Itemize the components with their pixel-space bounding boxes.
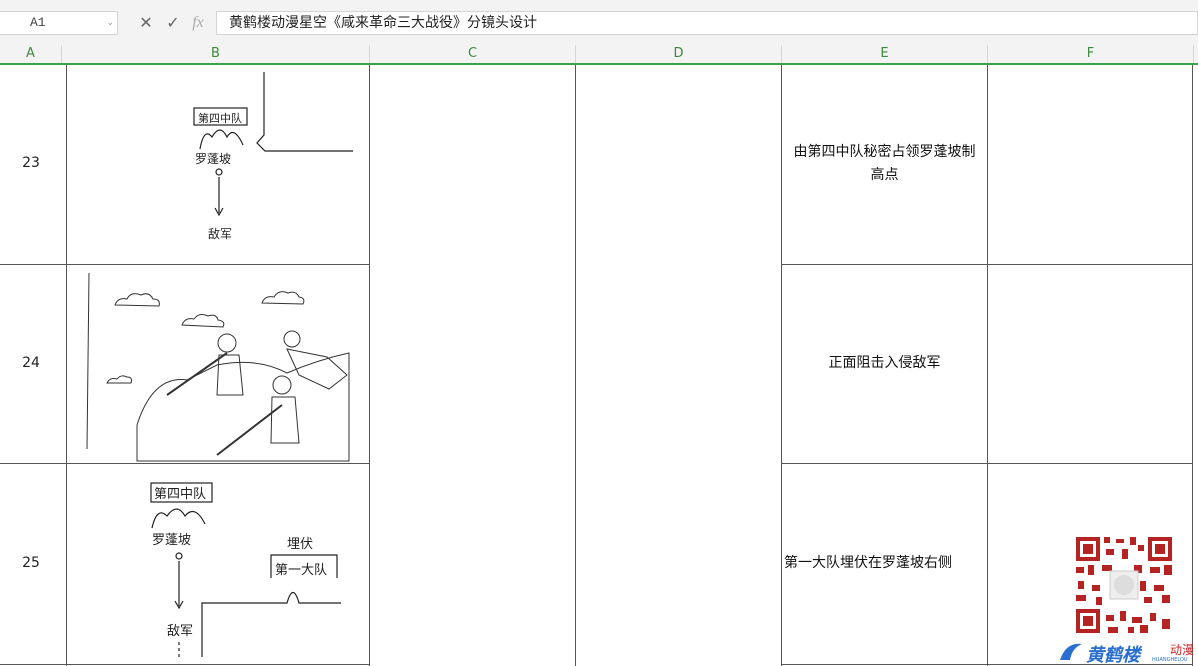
hill (136, 352, 350, 462)
soldier-body (216, 354, 244, 396)
hill-arcs (199, 129, 244, 150)
cloud (106, 375, 132, 384)
name-box[interactable]: A1 ⌄ (0, 11, 118, 35)
storyboard-sketch-23: 第四中队 罗蓬坡 敌军 (193, 72, 353, 241)
soldier-body (286, 348, 348, 390)
storyboard-sketch-24 (86, 272, 350, 462)
hill-arcs (151, 508, 206, 529)
formula-bar: A1 ⌄ ✕ ✓ fx 黄鹤楼动漫星空《咸来革命三大战役》分镜头设计 (0, 0, 1198, 46)
formula-content: 黄鹤楼动漫星空《咸来革命三大战役》分镜头设计 (229, 15, 537, 31)
formula-input[interactable]: 黄鹤楼动漫星空《咸来革命三大战役》分镜头设计 (216, 11, 1198, 35)
terrain-line (256, 72, 353, 152)
shot-description-23: 由第四中队秘密占领罗蓬坡制 高点 (782, 141, 987, 187)
sketch-hill-label: 罗蓬坡 (152, 533, 191, 548)
cloud (261, 291, 305, 305)
sketch-squad-label: 第四中队 (198, 111, 242, 125)
name-box-value: A1 (30, 15, 46, 30)
sketch-hill-label: 罗蓬坡 (195, 152, 231, 166)
cloud (114, 293, 160, 307)
description-line: 由第四中队秘密占领罗蓬坡制 (793, 144, 976, 160)
confirm-icon[interactable]: ✓ (163, 12, 183, 34)
sketch-enemy-label: 敌军 (208, 226, 232, 241)
brand-text: 动漫 (1170, 643, 1195, 657)
sketch-enemy-label: 敌军 (167, 624, 193, 639)
grid-line (575, 65, 576, 666)
soldier-body (270, 396, 300, 444)
row-number-24: 24 (22, 355, 40, 371)
column-header: A B C D E F (0, 45, 1198, 65)
brand-subtext: HUANGHELOU (1152, 657, 1188, 663)
row-number-23: 23 (22, 155, 40, 171)
soldier-head (272, 375, 292, 395)
grid-line (781, 463, 1193, 464)
grid-line (781, 264, 1193, 265)
rifle (216, 404, 283, 456)
soldier-head (283, 330, 301, 348)
spreadsheet-grid: 23 第四中队 罗蓬坡 敌军 由第四中队秘密占领罗蓬坡制 高点 24 正面阻击入… (0, 65, 1198, 666)
description-line: 第一大队埋伏在罗蓬坡右侧 (784, 555, 952, 571)
sketch-ambush-label: 埋伏 (287, 537, 313, 552)
grid-line (369, 65, 370, 666)
column-header-d[interactable]: D (576, 45, 782, 63)
sketch-battalion-label: 第一大队 (275, 563, 327, 578)
sketch-squad-label: 第四中队 (154, 487, 206, 502)
shot-description-24: 正面阻击入侵敌军 (782, 352, 987, 375)
description-line: 高点 (870, 167, 899, 183)
cloud (181, 314, 225, 328)
qr-code-icon (1074, 535, 1174, 635)
shot-description-25: 第一大队埋伏在罗蓬坡右侧 (784, 552, 989, 575)
frame-edge (86, 272, 90, 450)
logo-mark (1060, 643, 1082, 660)
position-marker (175, 552, 183, 560)
column-header-e[interactable]: E (782, 45, 988, 63)
column-header-f[interactable]: F (988, 45, 1194, 63)
row-number-25: 25 (22, 555, 40, 571)
column-header-c[interactable]: C (370, 45, 576, 63)
function-icon[interactable]: fx (188, 12, 208, 34)
column-header-a[interactable]: A (0, 45, 62, 63)
grid-line (987, 65, 988, 666)
dropdown-icon[interactable]: ⌄ (106, 12, 114, 34)
grid-line (0, 664, 370, 665)
position-marker (215, 168, 223, 176)
column-header-b[interactable]: B (62, 45, 370, 63)
soldier-head (217, 333, 237, 353)
logo-icon: 黄鹤楼 动漫 HUANGHELOU (1056, 638, 1198, 666)
terrain-line (201, 591, 341, 657)
grid-line (1192, 65, 1193, 666)
description-line: 正面阻击入侵敌军 (828, 355, 941, 371)
logo-text: 黄鹤楼 (1086, 645, 1140, 666)
storyboard-sketch-25: 第四中队 罗蓬坡 敌军 埋伏 第一大队 (150, 482, 341, 660)
cancel-icon[interactable]: ✕ (136, 12, 156, 34)
